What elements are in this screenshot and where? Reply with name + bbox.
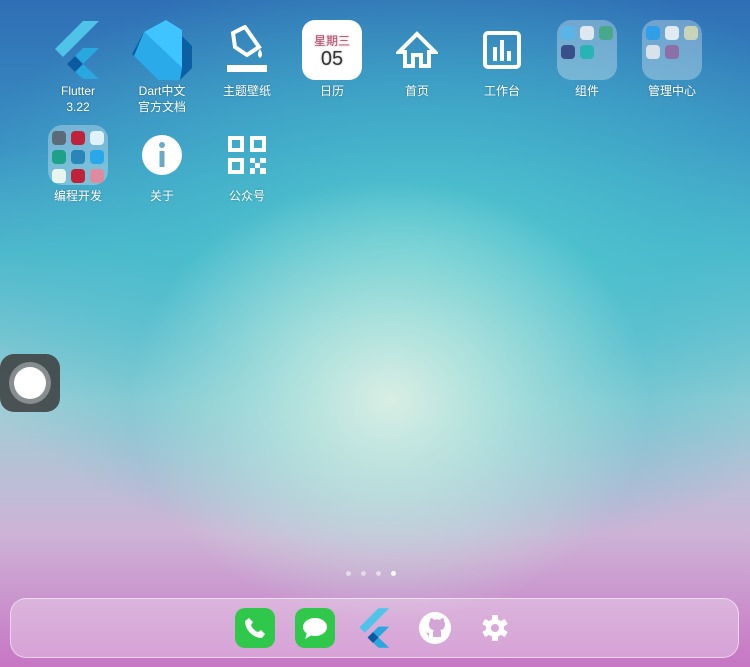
- app-calendar[interactable]: 星期三 05 日历: [290, 20, 374, 99]
- page-dot-active[interactable]: [391, 571, 396, 576]
- app-label: 管理中心: [647, 84, 696, 98]
- folder-icon: [48, 125, 108, 185]
- app-label: Flutter 3.22: [60, 84, 95, 114]
- qr-code-icon: [217, 125, 277, 185]
- app-workbench[interactable]: 工作台: [460, 20, 544, 99]
- page-indicator[interactable]: [346, 571, 396, 576]
- folder-components[interactable]: 组件: [545, 20, 629, 99]
- app-label: 主题壁纸: [222, 84, 271, 98]
- app-label: 日历: [319, 84, 344, 98]
- page-dot[interactable]: [376, 571, 381, 576]
- app-home[interactable]: 首页: [375, 20, 459, 99]
- app-label: 组件: [574, 84, 599, 98]
- folder-programming[interactable]: 编程开发: [36, 125, 120, 204]
- page-dot[interactable]: [361, 571, 366, 576]
- app-label: 首页: [404, 84, 429, 98]
- paint-bucket-icon: [217, 20, 277, 80]
- bar-chart-icon: [472, 20, 532, 80]
- app-dart-docs[interactable]: Dart中文 官方文档: [120, 20, 204, 115]
- folder-icon: [557, 20, 617, 80]
- calendar-icon: 星期三 05: [302, 20, 362, 80]
- app-label: 关于: [149, 189, 174, 203]
- github-icon[interactable]: [415, 608, 455, 648]
- home-icon: [387, 20, 447, 80]
- calendar-weekday: 星期三: [313, 34, 350, 48]
- page-dot[interactable]: [346, 571, 351, 576]
- assistive-touch-button[interactable]: [0, 354, 60, 412]
- app-theme-wallpaper[interactable]: 主题壁纸: [205, 20, 289, 99]
- app-official-account[interactable]: 公众号: [205, 125, 289, 204]
- app-label: 工作台: [483, 84, 520, 98]
- dart-icon: [132, 20, 192, 80]
- folder-admin[interactable]: 管理中心: [630, 20, 714, 99]
- info-icon: [132, 125, 192, 185]
- flutter-icon[interactable]: [355, 608, 395, 648]
- messages-icon[interactable]: [294, 608, 335, 648]
- app-about[interactable]: 关于: [120, 125, 204, 204]
- app-flutter[interactable]: Flutter 3.22: [36, 20, 120, 115]
- flutter-icon: [48, 20, 108, 80]
- app-label: Dart中文 官方文档: [137, 84, 186, 114]
- dock: [10, 598, 739, 658]
- phone-icon[interactable]: [234, 608, 275, 648]
- settings-icon[interactable]: [475, 608, 515, 648]
- calendar-day: 05: [320, 48, 344, 70]
- folder-icon: [642, 20, 702, 80]
- app-label: 编程开发: [53, 189, 102, 203]
- app-label: 公众号: [228, 189, 265, 203]
